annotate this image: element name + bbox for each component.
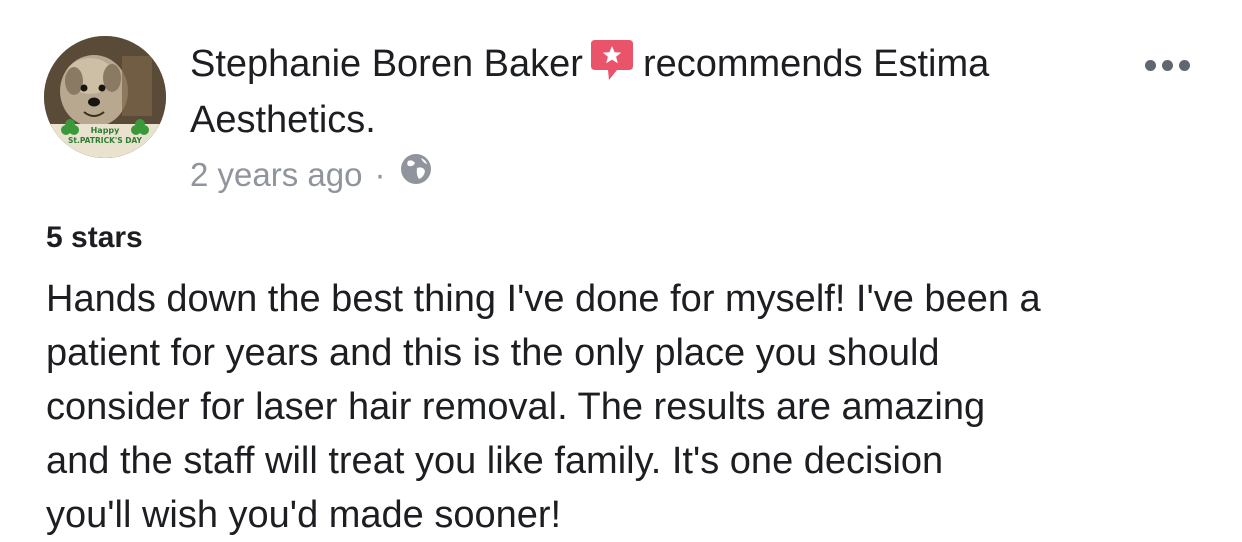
- more-options-dot: [1161, 59, 1173, 71]
- timestamp[interactable]: 2 years ago: [190, 153, 362, 197]
- rating-label: 5 stars: [46, 221, 143, 254]
- svg-text:St.PATRICK'S DAY: St.PATRICK'S DAY: [68, 136, 142, 145]
- globe-icon[interactable]: [399, 152, 433, 197]
- page-name[interactable]: Aesthetics.: [190, 99, 376, 141]
- avatar-dog-image: Happy St.PATRICK'S DAY: [44, 36, 166, 158]
- author-name[interactable]: Stephanie Boren Baker: [190, 43, 583, 85]
- more-options-dot: [1178, 59, 1190, 71]
- post-meta: 2 years ago ·: [190, 152, 433, 197]
- more-options-button[interactable]: [1140, 56, 1194, 74]
- review-line: patient for years and this is the only p…: [46, 332, 940, 374]
- recommend-action-text: recommends Estima: [642, 43, 990, 85]
- more-options-icon: [1144, 59, 1156, 71]
- svg-text:Happy: Happy: [91, 126, 121, 135]
- review-line: Hands down the best thing I've done for …: [46, 278, 1041, 320]
- post-header: Stephanie Boren Baker recommends Estima …: [190, 38, 1110, 145]
- meta-separator: ·: [374, 155, 386, 193]
- review-text: Hands down the best thing I've done for …: [46, 272, 1206, 542]
- recommend-star-bubble-icon: [589, 38, 635, 95]
- avatar[interactable]: Happy St.PATRICK'S DAY: [44, 36, 166, 158]
- review-line: consider for laser hair removal. The res…: [46, 386, 986, 428]
- review-line: and the staff will treat you like family…: [46, 440, 944, 482]
